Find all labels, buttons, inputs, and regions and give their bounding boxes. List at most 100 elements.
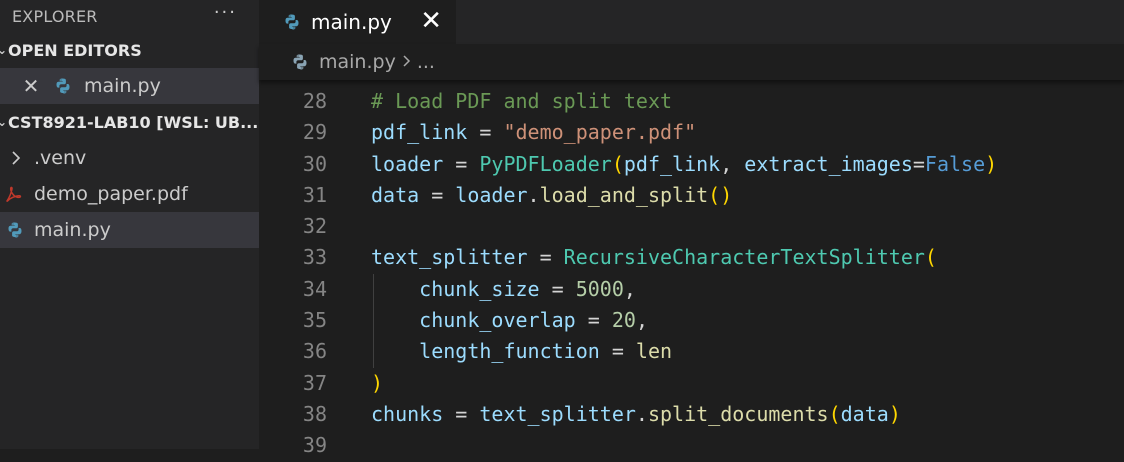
- code-token: loader: [455, 182, 528, 207]
- code-line[interactable]: 30 loader = PyPDFLoader(pdf_link, extract…: [259, 149, 1124, 180]
- chevron-right-icon: [9, 150, 23, 166]
- chevron-down-icon: ⌄: [0, 43, 8, 57]
- tree-item-demo-paper-pdf[interactable]: demo_paper.pdf: [0, 176, 259, 212]
- workspace-section[interactable]: ⌄ CST8921-LAB10 [WSL: UB...: [0, 104, 259, 140]
- code-token: load_and_split: [539, 182, 709, 207]
- python-file-icon: [6, 221, 24, 239]
- close-icon[interactable]: ✕: [21, 74, 41, 98]
- code-token: .: [635, 401, 648, 426]
- code-token: =: [539, 276, 576, 301]
- code-token: text_splitter: [371, 245, 528, 270]
- code-line[interactable]: 39: [259, 430, 1124, 461]
- code-token: chunks: [371, 401, 444, 426]
- chevron-down-icon: ⌄: [0, 115, 8, 129]
- code-text: # Load PDF and split text: [371, 86, 672, 117]
- code-token: 5000: [575, 276, 624, 301]
- line-number: 28: [302, 89, 327, 113]
- workspace-title: CST8921-LAB10 [WSL: UB...: [8, 112, 259, 132]
- open-editors-title: OPEN EDITORS: [8, 40, 142, 60]
- code-token: (: [924, 245, 937, 270]
- code-token: length_function: [419, 339, 600, 364]
- line-number: 38: [302, 401, 327, 426]
- code-line[interactable]: 32: [259, 211, 1124, 242]
- python-file-icon: [54, 77, 72, 95]
- code-editor[interactable]: 28 # Load PDF and split text 29 pdf_link = …: [259, 86, 1124, 462]
- explorer-sidebar: EXPLORER ··· ⌄ OPEN EDITORS ✕ main.py ⌄ …: [0, 0, 259, 449]
- code-token: PyPDFLoader: [479, 151, 612, 176]
- code-token: # Load PDF and split text: [371, 89, 673, 113]
- code-line[interactable]: 31 data = loader.load_and_split(): [259, 180, 1124, 211]
- explorer-title: EXPLORER: [12, 6, 98, 26]
- open-editor-item-main-py[interactable]: ✕ main.py: [0, 68, 259, 104]
- breadcrumb-file[interactable]: main.py: [319, 51, 396, 73]
- code-token: False: [924, 151, 986, 176]
- more-actions-icon[interactable]: ···: [214, 2, 237, 23]
- code-text: data = loader.load_and_split(): [371, 180, 732, 211]
- code-token: (: [611, 151, 624, 176]
- editor-area: main.py ✕ main.py ... 28 # Load PDF and s…: [259, 0, 1124, 457]
- breadcrumb: main.py ...: [259, 44, 1124, 80]
- code-token: ): [371, 370, 384, 395]
- code-text: chunks = text_splitter.split_documents(d…: [371, 399, 901, 430]
- tree-item-main-py[interactable]: main.py: [0, 212, 259, 248]
- code-token: =: [912, 151, 925, 176]
- code-token: split_documents: [647, 401, 829, 426]
- code-token: ,: [623, 276, 636, 301]
- tab-label: main.py: [311, 10, 392, 34]
- code-token: =: [527, 245, 564, 270]
- line-number: 33: [302, 245, 327, 270]
- tree-item-label: .venv: [34, 147, 87, 169]
- line-number: 36: [302, 339, 327, 364]
- code-token: "demo_paper.pdf": [503, 120, 697, 145]
- close-icon[interactable]: ✕: [420, 6, 442, 36]
- code-token: 20: [611, 308, 636, 333]
- python-file-icon: [283, 13, 301, 31]
- code-token: (: [828, 401, 841, 426]
- code-text: ): [371, 368, 383, 399]
- code-token: =: [599, 339, 636, 364]
- code-token: (): [708, 182, 733, 207]
- code-token: pdf_link: [371, 120, 468, 145]
- code-token: text_splitter: [479, 401, 636, 426]
- line-number: 34: [302, 276, 327, 301]
- code-token: extract_images: [744, 151, 913, 176]
- code-text: chunk_size = 5000,: [371, 274, 636, 305]
- tree-item-venv[interactable]: .venv: [0, 140, 259, 176]
- tree-item-label: main.py: [34, 219, 111, 241]
- code-text: loader = PyPDFLoader(pdf_link, extract_i…: [371, 149, 997, 180]
- code-token: ,: [635, 308, 648, 333]
- code-token: =: [575, 308, 612, 333]
- open-editors-section[interactable]: ⌄ OPEN EDITORS: [0, 32, 259, 68]
- code-token: =: [443, 151, 480, 176]
- python-file-icon: [291, 53, 309, 71]
- line-number: 32: [302, 214, 327, 239]
- code-token: =: [443, 401, 480, 426]
- line-number: 30: [302, 151, 327, 176]
- code-text: length_function = len: [371, 336, 672, 367]
- code-line[interactable]: 38 chunks = text_splitter.split_documents…: [259, 399, 1124, 430]
- code-line[interactable]: 33 text_splitter = RecursiveCharacterText…: [259, 242, 1124, 273]
- code-token: ): [888, 401, 901, 426]
- code-token: chunk_size: [419, 276, 540, 301]
- code-line[interactable]: 34 chunk_size = 5000,: [259, 273, 1124, 306]
- code-token: ): [985, 151, 998, 176]
- code-token: len: [635, 339, 673, 364]
- code-line[interactable]: 29 pdf_link = "demo_paper.pdf": [259, 117, 1124, 148]
- breadcrumb-ellipsis[interactable]: ...: [417, 51, 435, 73]
- open-editor-label: main.py: [84, 75, 161, 97]
- code-token: chunk_overlap: [419, 308, 576, 333]
- code-token: =: [419, 182, 456, 207]
- line-number: 39: [302, 433, 327, 458]
- tab-main-py[interactable]: main.py ✕: [259, 0, 456, 44]
- code-token: ,: [720, 151, 745, 176]
- code-text: text_splitter = RecursiveCharacterTextSp…: [371, 242, 937, 273]
- code-line[interactable]: 36 length_function = len: [259, 336, 1124, 368]
- code-line[interactable]: 35 chunk_overlap = 20,: [259, 305, 1124, 337]
- tree-item-label: demo_paper.pdf: [34, 183, 188, 205]
- explorer-header: EXPLORER ···: [0, 0, 259, 32]
- code-line[interactable]: 28 # Load PDF and split text: [259, 86, 1124, 117]
- code-line[interactable]: 37): [259, 368, 1124, 399]
